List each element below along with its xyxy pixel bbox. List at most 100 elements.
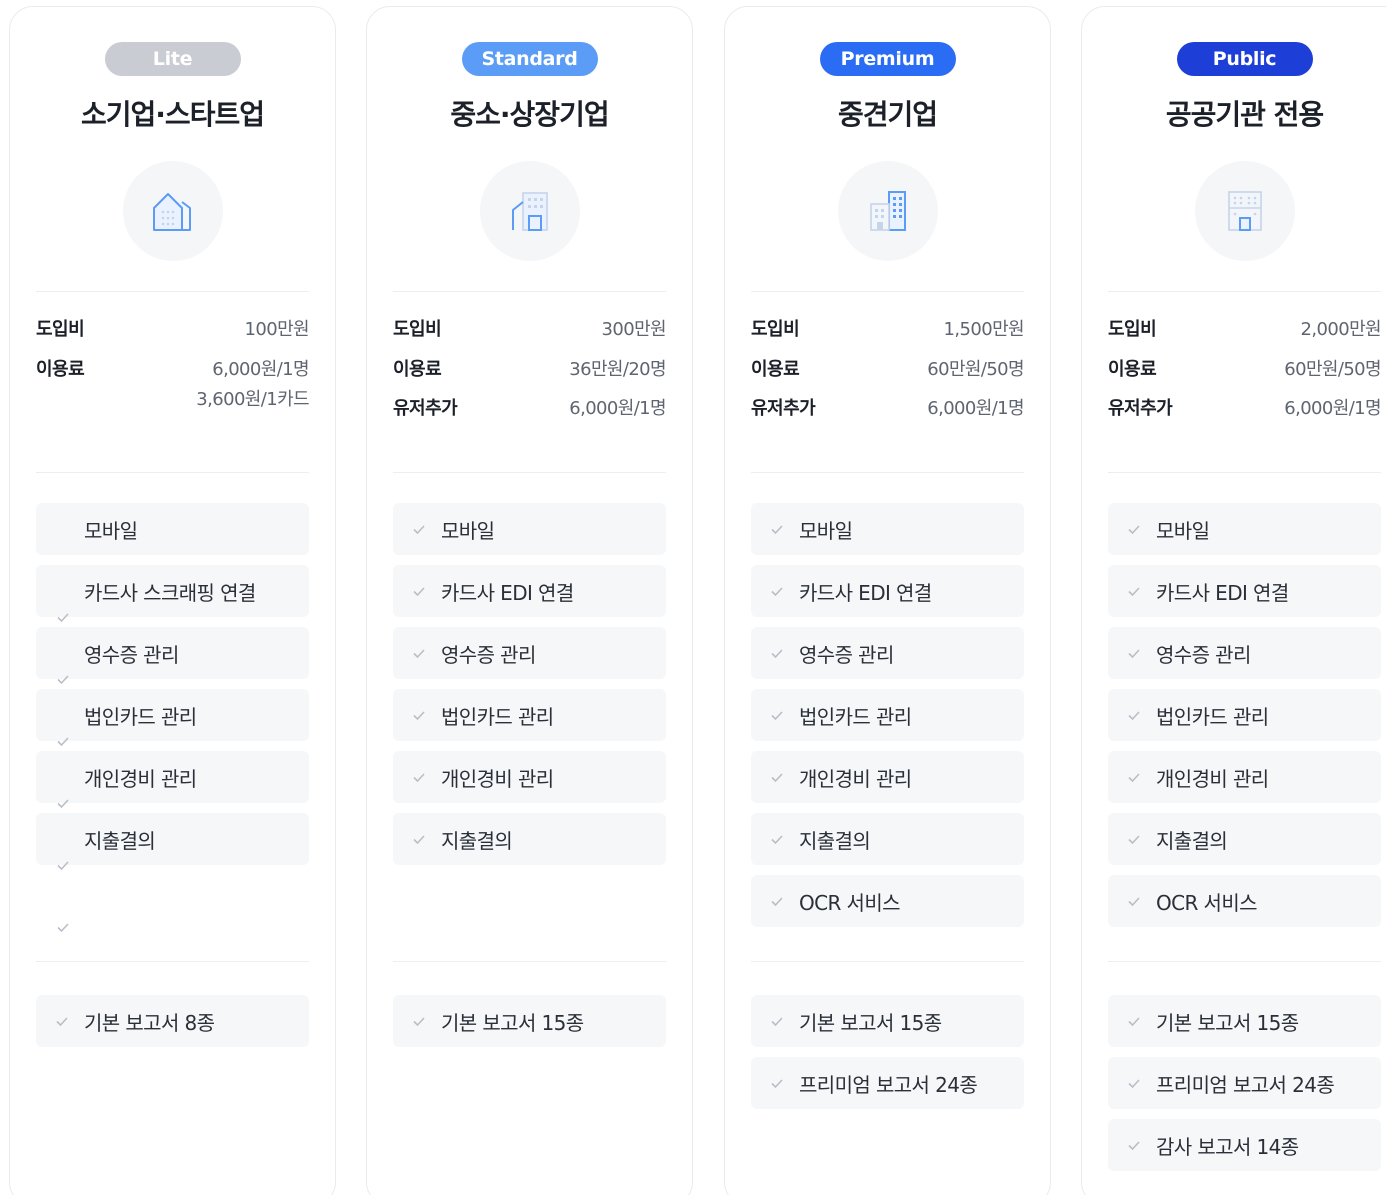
feature-label: 지출결의 — [84, 828, 156, 853]
feature-item: 모바일 — [36, 503, 309, 555]
price-label: 이용료 — [1108, 359, 1157, 380]
check-icon — [1128, 773, 1140, 783]
report-item: 기본 보고서 15종 — [751, 995, 1024, 1047]
plan-badge: Lite — [104, 42, 241, 76]
price-value: 60만원/50명 — [1284, 359, 1381, 380]
feature-item: 지출결의 — [751, 813, 1024, 865]
plan-card-lite: Lite 소기업·스타트업 도입비 100만원 이용료 6,000원/1명 3,… — [9, 6, 336, 1195]
feature-item: 카드사 EDI 연결 — [1108, 565, 1381, 617]
plan-badge: Standard — [461, 42, 598, 76]
price-row-usage: 이용료 60만원/50명 — [1108, 355, 1382, 385]
divider — [1108, 472, 1381, 473]
check-icon — [1128, 1141, 1140, 1151]
feature-item: 지출결의 — [393, 813, 666, 865]
feature-label: 카드사 EDI 연결 — [441, 580, 574, 605]
report-label: 감사 보고서 14종 — [1156, 1134, 1299, 1159]
feature-label: 카드사 EDI 연결 — [799, 580, 932, 605]
feature-label: 개인경비 관리 — [1156, 766, 1269, 791]
plan-card-public: Public 공공기관 전용 도입비 2,000만원 이용료 60만원/50명 … — [1081, 6, 1386, 1195]
price-value: 6,000원/1명 — [1284, 398, 1381, 419]
plan-card-standard: Standard 중소·상장기업 도입비 300만원 이용료 36만원/20명 … — [366, 6, 693, 1195]
feature-label: OCR 서비스 — [1156, 890, 1258, 915]
price-label: 도입비 — [751, 319, 800, 340]
report-item: 기본 보고서 15종 — [393, 995, 666, 1047]
price-row-extra-user: 유저추가 6,000원/1명 — [751, 394, 1025, 424]
check-icon — [1128, 897, 1140, 907]
feature-label: OCR 서비스 — [799, 890, 901, 915]
price-row-usage: 이용료 36만원/20명 — [393, 355, 667, 385]
price-row-extra-user: 유저추가 6,000원/1명 — [1108, 394, 1382, 424]
feature-label: 모바일 — [1156, 518, 1210, 543]
check-icon — [413, 711, 425, 721]
report-item: 프리미엄 보고서 24종 — [1108, 1057, 1381, 1109]
feature-label: 개인경비 관리 — [799, 766, 912, 791]
check-icon — [771, 1017, 783, 1027]
feature-item: 법인카드 관리 — [393, 689, 666, 741]
price-value-line: 6,000원/1명 — [212, 359, 309, 380]
feature-label: 개인경비 관리 — [84, 766, 197, 791]
report-item: 기본 보고서 15종 — [1108, 995, 1381, 1047]
check-icon — [57, 923, 69, 933]
feature-item: 개인경비 관리 — [1108, 751, 1381, 803]
check-icon — [771, 773, 783, 783]
feature-label: 법인카드 관리 — [441, 704, 554, 729]
plan-title: 소기업·스타트업 — [81, 98, 265, 131]
small-building-icon — [479, 161, 580, 261]
check-icon — [57, 861, 69, 871]
check-icon — [771, 649, 783, 659]
feature-item: 개인경비 관리 — [393, 751, 666, 803]
check-icon — [413, 1017, 425, 1027]
check-icon — [413, 649, 425, 659]
price-label: 유저추가 — [751, 398, 816, 419]
feature-item: 모바일 — [393, 503, 666, 555]
check-icon — [771, 525, 783, 535]
price-value: 6,000원/1명 — [927, 398, 1024, 419]
report-item: 감사 보고서 14종 — [1108, 1119, 1381, 1171]
price-value: 6,000원/1명 3,600원/1카드 — [196, 355, 309, 415]
check-icon — [57, 799, 69, 809]
feature-label: 카드사 스크래핑 연결 — [84, 580, 256, 605]
house-icon — [122, 161, 223, 261]
price-label: 도입비 — [393, 319, 442, 340]
feature-item: 영수증 관리 — [36, 627, 309, 679]
feature-label: 법인카드 관리 — [84, 704, 197, 729]
price-label: 유저추가 — [393, 398, 458, 419]
feature-item: 개인경비 관리 — [36, 751, 309, 803]
feature-label: 모바일 — [84, 518, 138, 543]
report-label: 기본 보고서 15종 — [441, 1010, 584, 1035]
feature-item: 카드사 스크래핑 연결 — [36, 565, 309, 617]
check-icon — [1128, 1017, 1140, 1027]
price-value-line: 3,600원/1카드 — [196, 389, 309, 410]
check-icon — [1128, 711, 1140, 721]
price-row-usage: 이용료 6,000원/1명 3,600원/1카드 — [36, 355, 310, 415]
price-value: 100만원 — [244, 319, 310, 340]
check-icon — [57, 613, 69, 623]
divider — [393, 472, 666, 473]
feature-item: 영수증 관리 — [393, 627, 666, 679]
feature-item: 지출결의 — [36, 813, 309, 865]
feature-item: 법인카드 관리 — [36, 689, 309, 741]
check-icon — [1128, 835, 1140, 845]
price-value: 60만원/50명 — [927, 359, 1024, 380]
divider — [751, 291, 1024, 292]
feature-item: 영수증 관리 — [751, 627, 1024, 679]
public-building-icon — [1194, 161, 1295, 261]
price-row-setup: 도입비 100만원 — [36, 315, 310, 345]
feature-item: 지출결의 — [1108, 813, 1381, 865]
check-icon — [57, 737, 69, 747]
check-icon — [1128, 525, 1140, 535]
check-icon — [771, 1079, 783, 1089]
price-row-setup: 도입비 1,500만원 — [751, 315, 1025, 345]
check-icon — [771, 711, 783, 721]
price-label: 도입비 — [36, 319, 85, 340]
price-label: 도입비 — [1108, 319, 1157, 340]
feature-label: 영수증 관리 — [799, 642, 894, 667]
divider — [393, 291, 666, 292]
feature-label: 카드사 EDI 연결 — [1156, 580, 1289, 605]
feature-label: 모바일 — [441, 518, 495, 543]
feature-item: OCR 서비스 — [1108, 875, 1381, 927]
price-label: 이용료 — [393, 359, 442, 380]
price-row-extra-user: 유저추가 6,000원/1명 — [393, 394, 667, 424]
check-icon — [771, 587, 783, 597]
feature-item: OCR 서비스 — [751, 875, 1024, 927]
